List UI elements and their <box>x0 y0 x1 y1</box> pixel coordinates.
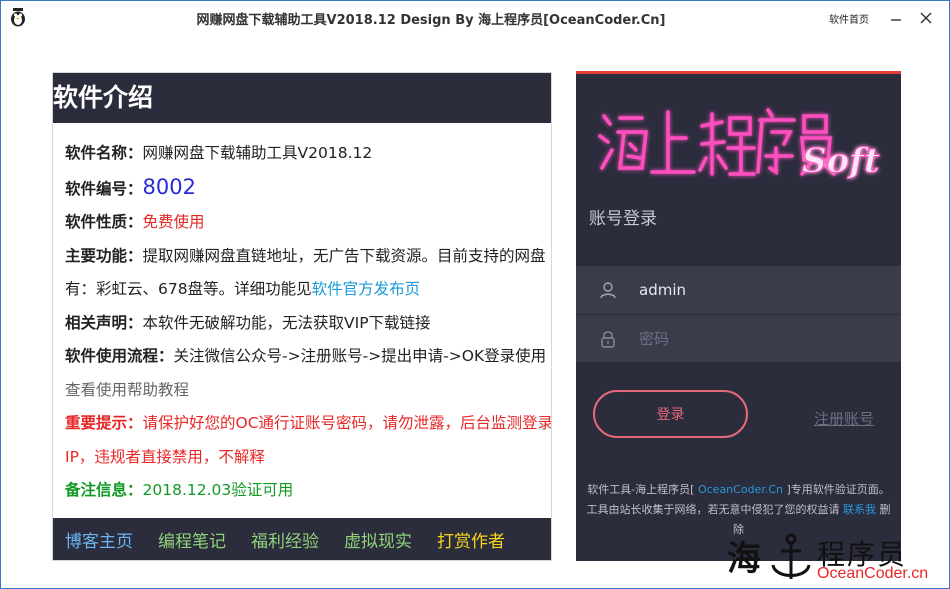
lock-icon <box>599 329 619 349</box>
footer-link-blog-home[interactable]: 博客主页 <box>65 527 133 552</box>
footer-link-coding-notes[interactable]: 编程笔记 <box>158 527 226 552</box>
software-intro-panel: 软件介绍 软件名称：网赚网盘下载辅助工具V2018.12 软件编号：8002 软… <box>52 72 552 561</box>
intro-footer-nav: 博客主页 编程笔记 福利经验 虚拟现实 打赏作者 <box>53 518 551 560</box>
software-name-label: 软件名称： <box>65 144 143 162</box>
main-feature-row: 主要功能：提取网赚网盘直链地址，无广告下载资源。目前支持的网盘有：彩虹云、678… <box>65 240 551 307</box>
minimize-button[interactable] <box>885 7 907 29</box>
svg-text:Soft: Soft <box>802 141 880 181</box>
help-tutorial-link[interactable]: 查看使用帮助教程 <box>65 381 189 399</box>
important-warning-row: 重要提示：请保护好您的OC通行证账号密码，请勿泄露，后台监测登录IP，违规者直接… <box>65 407 551 474</box>
remark-value: 2018.12.03验证可用 <box>142 481 294 499</box>
footer-link-donate[interactable]: 打赏作者 <box>437 527 505 552</box>
title-bar[interactable]: 网赚网盘下载辅助工具V2018.12 Design By 海上程序员[Ocean… <box>1 1 949 35</box>
login-heading: 账号登录 <box>589 209 657 229</box>
close-button[interactable] <box>915 7 937 29</box>
anchor-icon <box>771 533 811 579</box>
software-code-value: 8002 <box>142 174 196 199</box>
intro-body: 软件名称：网赚网盘下载辅助工具V2018.12 软件编号：8002 软件性质：免… <box>53 123 551 508</box>
password-field[interactable]: 密码 <box>576 314 901 362</box>
contact-me-link[interactable]: 联系我 <box>843 503 876 516</box>
close-icon <box>920 12 932 24</box>
important-warning-label: 重要提示： <box>65 414 143 432</box>
main-feature-label: 主要功能： <box>65 246 143 265</box>
intro-header: 软件介绍 <box>53 73 551 123</box>
usage-flow-value: 关注微信公众号->注册账号->提出申请->OK登录使用 <box>173 347 547 365</box>
window-title: 网赚网盘下载辅助工具V2018.12 Design By 海上程序员[Ocean… <box>196 13 666 28</box>
username-field[interactable]: admin <box>576 266 901 314</box>
software-name-value: 网赚网盘下载辅助工具V2018.12 <box>142 144 373 162</box>
software-home-link[interactable]: 软件首页 <box>829 11 869 26</box>
password-input[interactable]: 密码 <box>639 328 669 349</box>
software-nature-label: 软件性质： <box>65 213 143 231</box>
login-note-prefix: 软件工具-海上程序员[ <box>587 483 698 496</box>
software-nature-row: 软件性质：免费使用 <box>65 206 551 240</box>
footer-link-vr[interactable]: 虚拟现实 <box>344 527 412 552</box>
login-panel: Soft 账号登录 admin 密码 登录 注册账号 软件工具-海上程序员[O… <box>576 71 901 561</box>
remark-row: 备注信息：2018.12.03验证可用 <box>65 474 551 508</box>
software-name-row: 软件名称：网赚网盘下载辅助工具V2018.12 <box>65 137 551 171</box>
software-nature-value: 免费使用 <box>142 213 205 231</box>
register-link[interactable]: 注册账号 <box>814 408 874 429</box>
official-page-link[interactable]: 软件官方发布页 <box>312 280 421 298</box>
oceancoder-link[interactable]: OceanCoder.Cn <box>698 483 783 496</box>
login-button[interactable]: 登录 <box>593 390 748 438</box>
username-input[interactable]: admin <box>639 281 686 299</box>
statement-row: 相关声明：本软件无破解功能，无法获取VIP下载链接 <box>65 307 551 341</box>
statement-label: 相关声明： <box>65 313 143 332</box>
remark-label: 备注信息： <box>65 481 143 499</box>
footer-link-welfare[interactable]: 福利经验 <box>251 527 319 552</box>
user-icon <box>599 281 619 299</box>
minimize-icon <box>891 19 901 21</box>
watermark-logo: 海 程序员 OceanCoder.cn <box>721 529 950 589</box>
brand-logo: Soft <box>590 98 890 188</box>
statement-value: 本软件无破解功能，无法获取VIP下载链接 <box>142 313 431 332</box>
usage-flow-label: 软件使用流程： <box>65 347 174 365</box>
usage-flow-row: 软件使用流程：关注微信公众号->注册账号->提出申请->OK登录使用 查看使用帮… <box>65 340 551 407</box>
app-window: 网赚网盘下载辅助工具V2018.12 Design By 海上程序员[Ocean… <box>0 0 950 589</box>
software-code-label: 软件编号： <box>65 179 143 198</box>
software-code-row: 软件编号：8002 <box>65 171 551 207</box>
watermark-url: OceanCoder.cn <box>817 565 929 582</box>
watermark-char: 海 <box>727 539 761 579</box>
